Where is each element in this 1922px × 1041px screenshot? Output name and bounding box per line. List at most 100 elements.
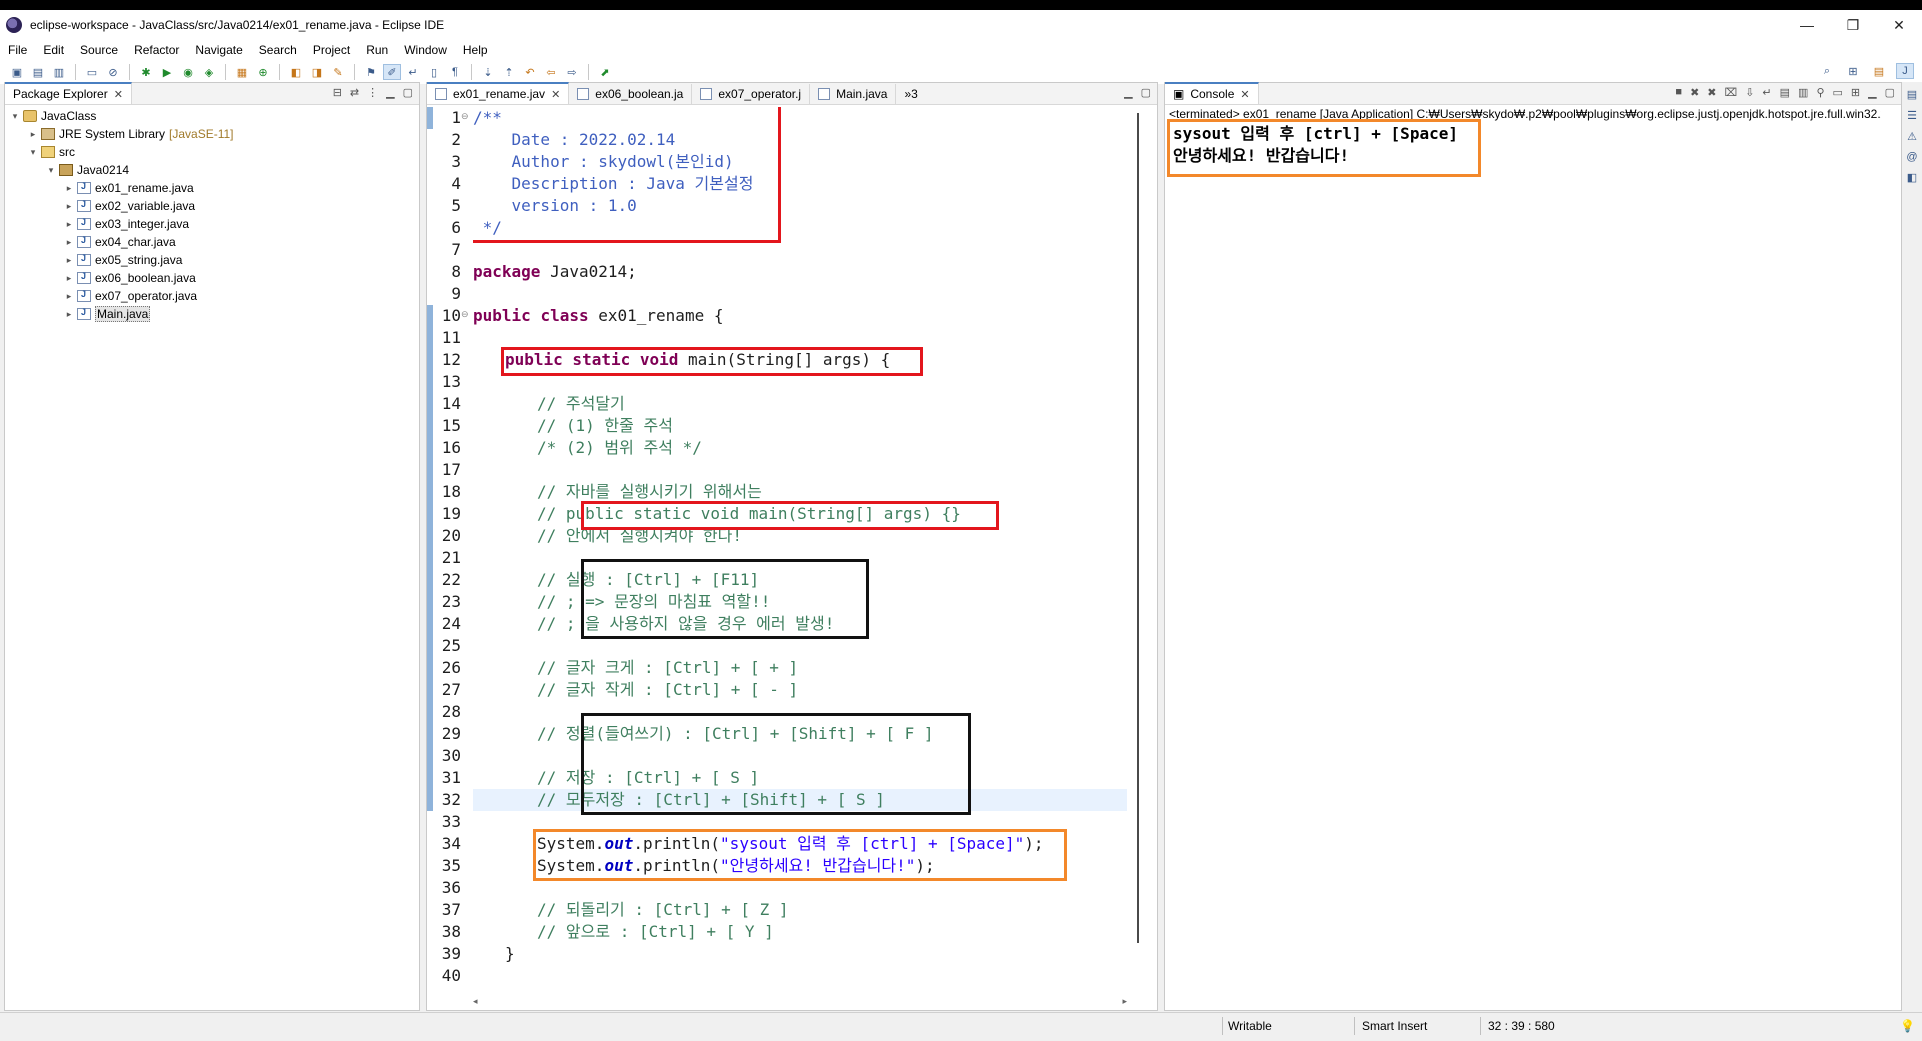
menu-file[interactable]: File: [0, 43, 35, 57]
chevron-right-icon[interactable]: ▸: [63, 201, 75, 212]
word-wrap-icon[interactable]: ↵: [404, 64, 422, 80]
menu-help[interactable]: Help: [455, 43, 496, 57]
mark-occurrences-icon[interactable]: ✐: [383, 64, 401, 80]
debug-icon[interactable]: ✱: [137, 64, 155, 80]
close-button[interactable]: ✕: [1876, 10, 1922, 40]
chevron-down-icon[interactable]: ▾: [27, 147, 39, 158]
tree-item-src[interactable]: ▾ src: [5, 143, 419, 161]
tree-item-file[interactable]: ▸ ex07_operator.java: [5, 287, 419, 305]
external-tools-icon[interactable]: ◈: [200, 64, 218, 80]
tab-ex07-operator[interactable]: ex07_operator.j: [692, 84, 811, 104]
tree-item-file-selected[interactable]: ▸ Main.java: [5, 305, 419, 323]
run-icon[interactable]: ▶: [158, 64, 176, 80]
back-icon[interactable]: ⇦: [542, 64, 560, 80]
chevron-right-icon[interactable]: ▸: [63, 219, 75, 230]
scroll-lock-icon[interactable]: ⇩: [1745, 86, 1754, 99]
tree-item-file[interactable]: ▸ ex06_boolean.java: [5, 269, 419, 287]
search-icon[interactable]: ⌕: [1818, 63, 1836, 79]
prev-annotation-icon[interactable]: ⇡: [500, 64, 518, 80]
chevron-right-icon[interactable]: ▸: [63, 309, 75, 320]
tree-item-file[interactable]: ▸ ex05_string.java: [5, 251, 419, 269]
close-icon[interactable]: ✕: [551, 88, 560, 101]
chevron-right-icon[interactable]: ▸: [63, 291, 75, 302]
outline-icon[interactable]: ▤: [1907, 88, 1917, 101]
editor-horizontal-scrollbar[interactable]: ◂ ▸: [473, 996, 1127, 1008]
block-select-icon[interactable]: ▯: [425, 64, 443, 80]
code-area[interactable]: /** Date : 2022.02.14 Author : skydowl(본…: [473, 107, 1127, 994]
open-console-icon[interactable]: ⊞: [1851, 86, 1860, 99]
tab-ex06-boolean[interactable]: ex06_boolean.ja: [569, 84, 693, 104]
word-wrap-icon[interactable]: ↵: [1762, 86, 1771, 99]
menu-window[interactable]: Window: [396, 43, 455, 57]
save-all-icon[interactable]: ▥: [50, 64, 68, 80]
close-icon[interactable]: ✕: [1240, 88, 1249, 101]
chevron-down-icon[interactable]: ▾: [45, 165, 57, 176]
new-java-project-icon[interactable]: ▦: [233, 64, 251, 80]
menu-search[interactable]: Search: [251, 43, 305, 57]
console-vertical-scrollbar[interactable]: [1885, 129, 1895, 990]
maximize-view-icon[interactable]: ▢: [1885, 86, 1895, 99]
javadoc-icon[interactable]: @: [1906, 151, 1917, 163]
tree-item-file[interactable]: ▸ ex03_integer.java: [5, 215, 419, 233]
maximize-view-icon[interactable]: ▢: [1141, 86, 1151, 99]
scroll-right-icon[interactable]: ▸: [1122, 996, 1127, 1008]
open-task-icon[interactable]: ◨: [308, 64, 326, 80]
chevron-right-icon[interactable]: ▸: [63, 273, 75, 284]
declaration-icon[interactable]: ◧: [1907, 171, 1917, 184]
clear-console-icon[interactable]: ⌧: [1725, 86, 1738, 99]
menu-source[interactable]: Source: [72, 43, 126, 57]
last-edit-icon[interactable]: ↶: [521, 64, 539, 80]
tab-main[interactable]: Main.java: [810, 84, 897, 104]
scroll-left-icon[interactable]: ◂: [473, 996, 478, 1008]
minimize-button[interactable]: —: [1784, 10, 1830, 40]
problems-icon[interactable]: ⚠: [1907, 130, 1917, 143]
tree-item-package[interactable]: ▾ Java0214: [5, 161, 419, 179]
menu-navigate[interactable]: Navigate: [187, 43, 250, 57]
maximize-button[interactable]: ❐: [1830, 10, 1876, 40]
link-with-editor-icon[interactable]: ⇄: [350, 86, 359, 99]
show-on-stdout-icon[interactable]: ▤: [1780, 86, 1790, 99]
tree-item-file[interactable]: ▸ ex01_rename.java: [5, 179, 419, 197]
chevron-down-icon[interactable]: ▾: [9, 111, 21, 122]
chevron-right-icon[interactable]: ▸: [63, 255, 75, 266]
minimize-view-icon[interactable]: ▁: [1868, 86, 1876, 99]
editor-vertical-scrollbar[interactable]: [1137, 113, 1139, 943]
toggle-ant-icon[interactable]: ⚑: [362, 64, 380, 80]
menu-project[interactable]: Project: [305, 43, 358, 57]
menu-refactor[interactable]: Refactor: [126, 43, 187, 57]
java-ee-perspective-icon[interactable]: ▤: [1870, 63, 1888, 79]
remove-launch-icon[interactable]: ✖: [1690, 86, 1699, 99]
task-list-icon[interactable]: ☰: [1907, 109, 1917, 122]
new-package-icon[interactable]: ⊕: [254, 64, 272, 80]
tree-item-project[interactable]: ▾ JavaClass: [5, 107, 419, 125]
open-perspective-icon[interactable]: ⊞: [1844, 63, 1862, 79]
tree-item-library[interactable]: ▸ JRE System Library [JavaSE-11]: [5, 125, 419, 143]
coverage-icon[interactable]: ◉: [179, 64, 197, 80]
lightbulb-icon[interactable]: 💡: [1900, 1019, 1915, 1033]
chevron-right-icon[interactable]: ▸: [27, 129, 39, 140]
collapse-all-icon[interactable]: ⊟: [333, 86, 342, 99]
terminate-icon[interactable]: ■: [1675, 86, 1682, 99]
remove-all-icon[interactable]: ✖: [1707, 86, 1716, 99]
close-icon[interactable]: ✕: [114, 88, 123, 101]
open-type-icon[interactable]: ◧: [287, 64, 305, 80]
tab-ex01-rename[interactable]: ex01_rename.jav ✕: [427, 82, 570, 104]
tree-item-file[interactable]: ▸ ex04_char.java: [5, 233, 419, 251]
chevron-right-icon[interactable]: ▸: [63, 183, 75, 194]
show-whitespace-icon[interactable]: ¶: [446, 64, 464, 80]
menu-run[interactable]: Run: [358, 43, 396, 57]
tab-overflow[interactable]: »3: [896, 84, 925, 104]
skip-breakpoints-icon[interactable]: ⊘: [104, 64, 122, 80]
search-tool-icon[interactable]: ✎: [329, 64, 347, 80]
terminal-icon[interactable]: ▭: [83, 64, 101, 80]
minimize-view-icon[interactable]: ▁: [1124, 86, 1132, 99]
save-icon[interactable]: ▤: [29, 64, 47, 80]
pin-editor-icon[interactable]: ⬈: [596, 64, 614, 80]
new-icon[interactable]: ▣: [8, 64, 26, 80]
display-console-icon[interactable]: ▭: [1833, 86, 1843, 99]
show-on-stderr-icon[interactable]: ▥: [1798, 86, 1808, 99]
chevron-right-icon[interactable]: ▸: [63, 237, 75, 248]
maximize-view-icon[interactable]: ▢: [403, 86, 413, 99]
tab-console[interactable]: ▣ Console ✕: [1165, 82, 1259, 104]
filter-icon[interactable]: ⋮: [367, 86, 378, 99]
